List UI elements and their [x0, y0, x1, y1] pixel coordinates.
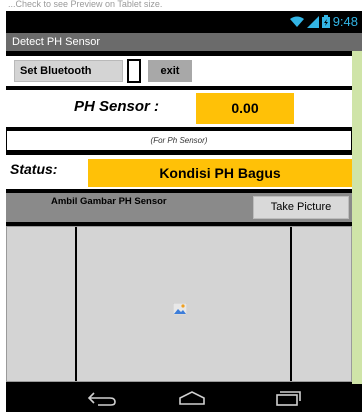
exit-button[interactable]: exit — [148, 60, 192, 82]
clock: 9:48 — [332, 14, 358, 29]
image-preview[interactable] — [6, 226, 352, 382]
ph-value: 0.00 — [196, 93, 294, 124]
battery-icon — [321, 15, 330, 28]
capture-row: Ambil Gambar PH Sensor Take Picture — [6, 193, 352, 222]
status-label: Status: — [10, 161, 58, 177]
image-placeholder-icon — [173, 303, 187, 315]
take-picture-button[interactable]: Take Picture — [253, 196, 349, 219]
app-screen: ...Check to see Preview on Tablet size. … — [0, 0, 362, 412]
capture-label: Ambil Gambar PH Sensor — [51, 196, 167, 207]
bluetooth-list-picker[interactable] — [127, 59, 141, 83]
ph-note-row: (For Ph Sensor) — [6, 130, 352, 151]
recent-apps-icon[interactable] — [268, 389, 304, 407]
navigation-bar — [6, 384, 362, 412]
side-strip — [352, 51, 362, 384]
back-icon[interactable] — [84, 389, 120, 407]
ph-note: (For Ph Sensor) — [150, 136, 208, 145]
status-bar: 9:48 — [6, 11, 362, 33]
wifi-icon — [289, 16, 304, 27]
status-row: Status: Kondisi PH Bagus — [6, 155, 352, 189]
control-row: Set Bluetooth exit — [6, 56, 352, 86]
ph-sensor-label: PH Sensor : — [74, 98, 160, 115]
divider-left — [75, 227, 77, 381]
ph-row: PH Sensor : 0.00 — [6, 90, 352, 127]
divider-right — [290, 227, 292, 381]
status-value: Kondisi PH Bagus — [88, 159, 352, 187]
preview-hint: ...Check to see Preview on Tablet size. — [8, 0, 163, 9]
home-icon[interactable] — [174, 389, 210, 407]
title-bar: Detect PH Sensor — [6, 33, 362, 51]
set-bluetooth-button[interactable]: Set Bluetooth — [14, 60, 123, 82]
signal-icon — [306, 15, 319, 28]
